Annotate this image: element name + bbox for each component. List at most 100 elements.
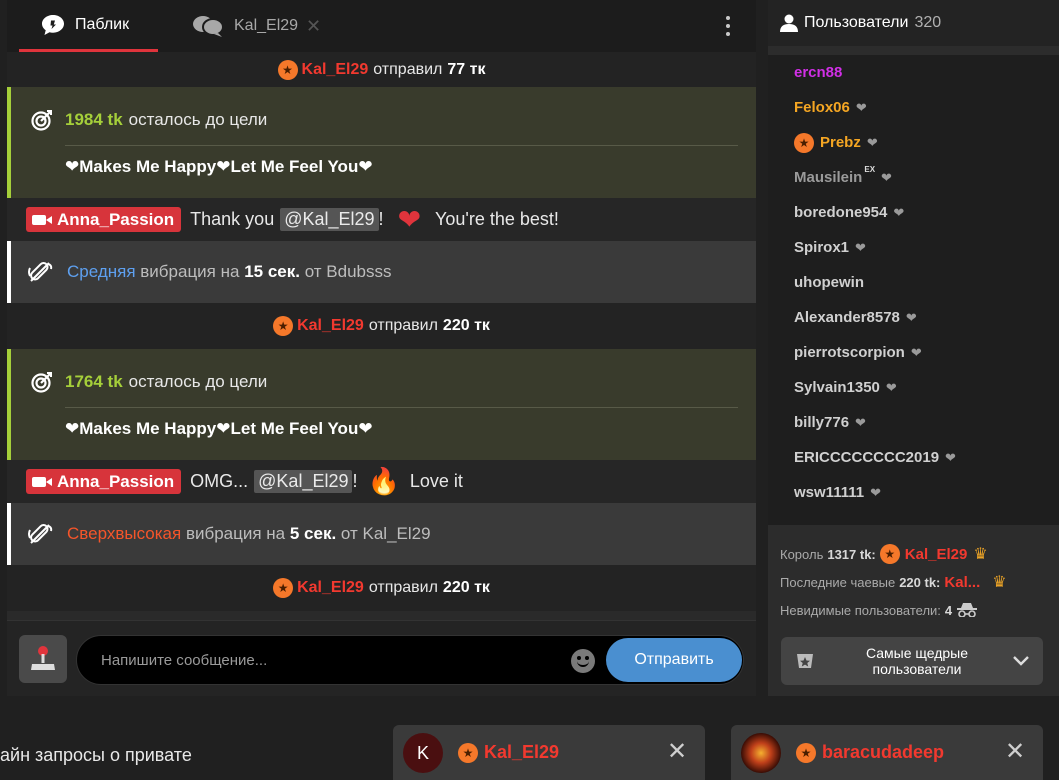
heart-icon: ❤: [881, 169, 892, 185]
divider: [65, 407, 738, 408]
tip-amount: 220 тк: [442, 579, 490, 596]
users-header: Пользователи 320: [768, 0, 1059, 46]
user-list-item[interactable]: billy776 ❤: [794, 405, 1059, 440]
goal-notice: 1984 tk осталось до цели ❤Makes Me Happy…: [7, 87, 756, 198]
king-line: Король 1317 tk: ★ Kal_El29 ♛: [780, 540, 1050, 568]
private-chat-card[interactable]: K ★ Kal_El29 ✕: [393, 725, 705, 780]
target-icon: [31, 110, 52, 131]
last-tip-name[interactable]: Kal...: [944, 574, 980, 591]
chat-panel: Паблик Kal_El29 ✕ ★ Kal_El29 отправил 77…: [7, 0, 756, 696]
tip-notice: ★ Kal_El29 отправил 220 тк: [7, 303, 756, 349]
fire-emoji: 🔥: [367, 466, 400, 496]
chat-bubbles-icon: [193, 16, 224, 37]
private-requests-text: айн запросы о привате: [0, 745, 192, 765]
user-list-item[interactable]: ERICCCCCCCC2019 ❤: [794, 440, 1059, 475]
star-icon: ★: [796, 742, 816, 763]
king-name[interactable]: Kal_El29: [905, 546, 968, 563]
private-chat-card[interactable]: ★ baracudadeep ✕: [731, 725, 1043, 780]
tipper-name[interactable]: Kal_El29: [302, 61, 369, 79]
message-tail: Love it: [409, 471, 463, 491]
user-list-item[interactable]: Alexander8578 ❤: [794, 300, 1059, 335]
divider: [65, 145, 738, 146]
vibration-from: от Kal_El29: [340, 524, 431, 543]
last-tip-label: Последние чаевые: [780, 574, 896, 590]
tip-notice: ★ Kal_El29 отправил 220 тк: [7, 565, 756, 611]
goal-text: осталось до цели: [128, 110, 268, 129]
chevron-down-icon: [1013, 650, 1029, 671]
tip-amount: 220 тк: [442, 317, 490, 334]
vibration-notice: Средняя вибрация на 15 сек. от Bdubsss: [7, 241, 756, 303]
chat-tabs: Паблик Kal_El29 ✕: [7, 0, 756, 52]
last-tip-line: Последние чаевые 220 tk: Kal... ♛: [780, 568, 1050, 596]
username: ERICCCCCCCC2019: [794, 449, 940, 466]
user-list-item[interactable]: wsw11111 ❤: [794, 475, 1059, 510]
star-icon: ★: [794, 132, 814, 153]
username: Alexander8578: [794, 309, 900, 326]
vibration-level: Сверхвысокая: [67, 524, 182, 543]
tipper-name[interactable]: Kal_El29: [297, 579, 364, 597]
message-text: Thank you: [190, 209, 275, 229]
user-badge[interactable]: Anna_Passion: [26, 207, 182, 232]
private-chat-user: ★ baracudadeep: [796, 742, 944, 763]
message-punct: !: [352, 471, 358, 491]
game-button[interactable]: [19, 635, 67, 683]
user-list-item[interactable]: pierrotscorpion ❤: [794, 335, 1059, 370]
username: Felox06: [794, 99, 850, 116]
ex-badge: EX: [864, 165, 876, 174]
heart-icon: ❤: [855, 239, 866, 255]
crown-icon: ♛: [973, 546, 988, 563]
vibration-text: вибрация на: [140, 262, 240, 281]
more-options-icon[interactable]: [720, 10, 736, 42]
chat-bubble-icon: [42, 14, 64, 35]
send-button[interactable]: Отправить: [606, 638, 742, 682]
trophy-icon: [797, 654, 813, 668]
tip-notice: ★ Kal_El29 отправил 77 тк: [7, 52, 756, 87]
generous-users-dropdown[interactable]: Самые щедрые пользователи: [781, 637, 1043, 685]
incognito-icon: [957, 603, 978, 617]
tab-private-chat[interactable]: Kal_El29 ✕: [192, 0, 321, 52]
tip-text: отправил: [368, 317, 438, 334]
user-list-item[interactable]: Spirox1 ❤: [794, 230, 1059, 265]
heart-emoji: ❤: [397, 204, 422, 235]
message-author: Anna_Passion: [57, 471, 175, 491]
camera-icon: [32, 476, 52, 487]
king-label: Король: [780, 546, 824, 562]
message-input[interactable]: [101, 636, 561, 684]
mention[interactable]: @Kal_El29: [254, 470, 353, 493]
username: Mausilein: [794, 169, 863, 186]
user-list-item[interactable]: ★ Prebz ❤: [794, 125, 1059, 160]
tip-amount: 77 тк: [447, 60, 486, 78]
tab-public[interactable]: Паблик: [19, 0, 158, 52]
vibration-icon: [28, 262, 53, 282]
close-icon[interactable]: ✕: [1005, 737, 1025, 766]
user-list-item[interactable]: Mausilein EX ❤: [794, 160, 1059, 195]
vibration-duration: 5 сек.: [289, 524, 337, 543]
heart-icon: ❤: [855, 99, 867, 115]
mention[interactable]: @Kal_El29: [280, 208, 379, 231]
private-chat-user: ★ Kal_El29: [458, 742, 559, 763]
last-tip-amount: 220 tk:: [899, 574, 941, 590]
users-count: 320: [914, 14, 942, 31]
username: billy776: [794, 414, 850, 431]
goal-notice: 1764 tk осталось до цели ❤Makes Me Happy…: [7, 349, 756, 460]
close-tab-icon[interactable]: ✕: [306, 16, 321, 37]
username: pierrotscorpion: [794, 344, 905, 361]
heart-icon: ❤: [870, 484, 881, 500]
joystick-icon: [31, 646, 55, 670]
username: Sylvain1350: [794, 379, 880, 396]
tipper-name[interactable]: Kal_El29: [297, 317, 364, 335]
user-badge[interactable]: Anna_Passion: [26, 469, 182, 494]
tip-text: отправил: [368, 579, 438, 596]
user-list-item[interactable]: Felox06 ❤: [794, 90, 1059, 125]
emoji-icon[interactable]: [571, 649, 595, 673]
crown-icon: ♛: [992, 574, 1007, 591]
heart-icon: ❤: [945, 449, 956, 465]
username: ercn88: [794, 64, 843, 81]
user-list-item[interactable]: boredone954 ❤: [794, 195, 1059, 230]
username: wsw11111: [794, 484, 865, 501]
close-icon[interactable]: ✕: [667, 737, 687, 766]
heart-icon: ❤: [866, 134, 878, 150]
user-list-item[interactable]: ercn88: [794, 55, 1059, 90]
user-list-item[interactable]: uhopewin: [794, 265, 1059, 300]
user-list-item[interactable]: Sylvain1350 ❤: [794, 370, 1059, 405]
